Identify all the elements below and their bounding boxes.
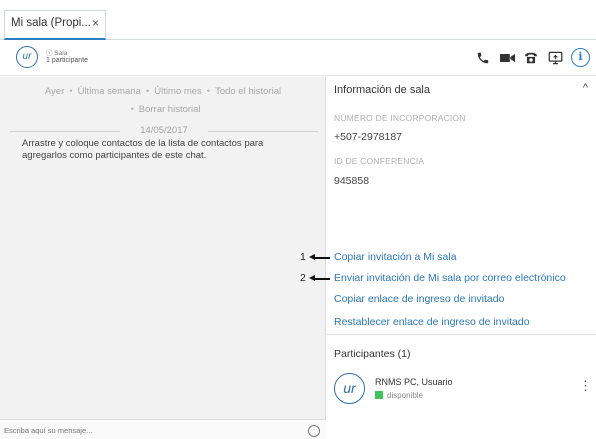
participants-count: 1 participante	[46, 57, 89, 64]
history-filters: Ayer • Última semana • Último mes • Todo el hi…	[0, 83, 326, 119]
filter-last-month[interactable]: Último mes	[154, 86, 202, 97]
filter-last-week[interactable]: Última semana	[78, 86, 141, 97]
copy-invitation-link[interactable]: Copiar invitación a Mi sala	[334, 251, 457, 263]
participants-title: Participantes (1)	[334, 348, 411, 360]
room-info-title: Información de sala	[334, 84, 430, 96]
participant-status-label: disponible	[387, 391, 424, 400]
divider	[327, 334, 596, 335]
date-separator: 14/05/2017	[10, 125, 318, 136]
separator-dot: •	[69, 86, 73, 97]
avatar: ur	[16, 46, 38, 68]
email-invitation-link[interactable]: Enviar invitación de Mi sala por correo …	[334, 272, 566, 284]
screen-share-icon[interactable]	[547, 50, 563, 66]
app-window: Mi sala (Propi... × ur ⓘ Sala 1 particip…	[0, 0, 596, 439]
dial-in-label: NÚMERO DE INCORPORACIÓN	[334, 113, 466, 123]
conversation-header: ur ⓘ Sala 1 participante i	[0, 40, 596, 76]
phone-icon[interactable]	[475, 50, 491, 66]
chevron-up-icon[interactable]: ^	[583, 82, 588, 94]
participant-avatar: ur	[334, 373, 365, 404]
more-options-icon[interactable]: ⋮	[579, 379, 592, 392]
reset-guest-link[interactable]: Restablecer enlace de ingreso de invitad…	[334, 316, 530, 328]
filter-all-history[interactable]: Todo el historial	[215, 86, 281, 97]
chat-pane: Ayer • Última semana • Último mes • Todo el hi…	[0, 77, 326, 439]
room-info-panel: Información de sala ^ NÚMERO DE INCORPOR…	[327, 77, 596, 439]
drop-contacts-hint: Arrastre y coloque contactos de la lista…	[22, 138, 264, 161]
presence-indicator	[375, 391, 383, 399]
tab-label: Mi sala (Propi...	[11, 17, 91, 29]
message-composer	[0, 419, 326, 439]
video-camera-icon[interactable]	[499, 50, 515, 66]
filter-yesterday[interactable]: Ayer	[45, 86, 64, 97]
info-icon[interactable]: i	[571, 48, 590, 67]
annotation-arrow-1	[309, 254, 330, 260]
desk-phone-icon[interactable]	[523, 50, 539, 66]
room-type-label: ⓘ Sala	[46, 50, 68, 57]
header-actions: i	[475, 48, 590, 67]
separator-dot: •	[206, 86, 211, 97]
emoji-icon[interactable]	[308, 425, 320, 437]
message-input[interactable]	[4, 423, 294, 437]
conference-id-label: ID DE CONFERENCIA	[334, 156, 425, 166]
annotation-arrow-2	[309, 275, 330, 281]
copy-guest-link[interactable]: Copiar enlace de ingreso de invitado	[334, 293, 504, 305]
clear-history-link[interactable]: Borrar historial	[139, 104, 201, 115]
separator-dot: •	[130, 104, 134, 115]
separator-dot: •	[145, 86, 150, 97]
participant-name: RNMS PC, Usuario	[375, 377, 453, 387]
tab-mi-sala[interactable]: Mi sala (Propi... ×	[4, 10, 106, 40]
tab-bar: Mi sala (Propi... ×	[0, 0, 596, 40]
participant-status: disponible	[375, 391, 423, 400]
annotation-1: 1	[300, 251, 306, 263]
annotation-2: 2	[300, 272, 306, 284]
dial-in-number: +507-2978187	[334, 131, 403, 143]
close-icon[interactable]: ×	[92, 16, 99, 30]
conference-id-value: 945858	[334, 175, 370, 187]
